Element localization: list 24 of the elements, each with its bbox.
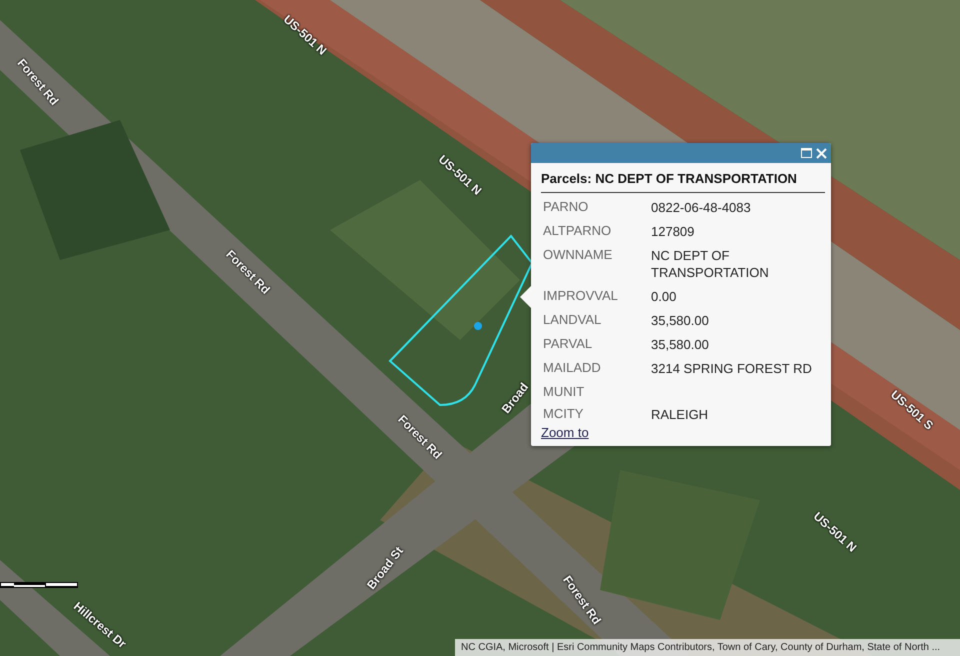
field-value: 0822-06-48-4083	[651, 199, 752, 216]
field-name: PARVAL	[543, 336, 594, 353]
field-value: 0.00	[651, 288, 678, 305]
field-name: ALTPARNO	[543, 223, 612, 240]
field-name: LANDVAL	[543, 312, 602, 329]
zoom-to-link[interactable]: Zoom to	[541, 425, 589, 440]
scale-bar-icon	[0, 580, 78, 590]
field-value: 35,580.00	[651, 336, 710, 353]
field-name: MUNIT	[543, 384, 586, 399]
field-name: IMPROVVAL	[543, 288, 619, 305]
field-name: MCITY	[543, 406, 584, 423]
field-value: 127809	[651, 223, 696, 240]
field-value: 35,580.00	[651, 312, 710, 329]
field-value: 3214 SPRING FOREST RD	[651, 360, 813, 377]
field-value: RALEIGH	[651, 406, 710, 423]
maximize-button[interactable]	[801, 148, 812, 158]
field-name: MAILADD	[543, 360, 602, 377]
field-name: OWNNAME	[543, 247, 614, 264]
popup-title: Parcels: NC DEPT OF TRANSPORTATION	[541, 171, 825, 193]
map-attribution: NC CGIA, Microsoft | Esri Community Maps Contributors, Town of Cary, County of Durham, State of North ...	[455, 639, 960, 656]
field-value: NC DEPT OF TRANSPORTATION	[651, 247, 770, 281]
field-name: PARNO	[543, 199, 590, 216]
close-button[interactable]	[816, 148, 827, 158]
parcel-point-marker	[473, 321, 483, 331]
